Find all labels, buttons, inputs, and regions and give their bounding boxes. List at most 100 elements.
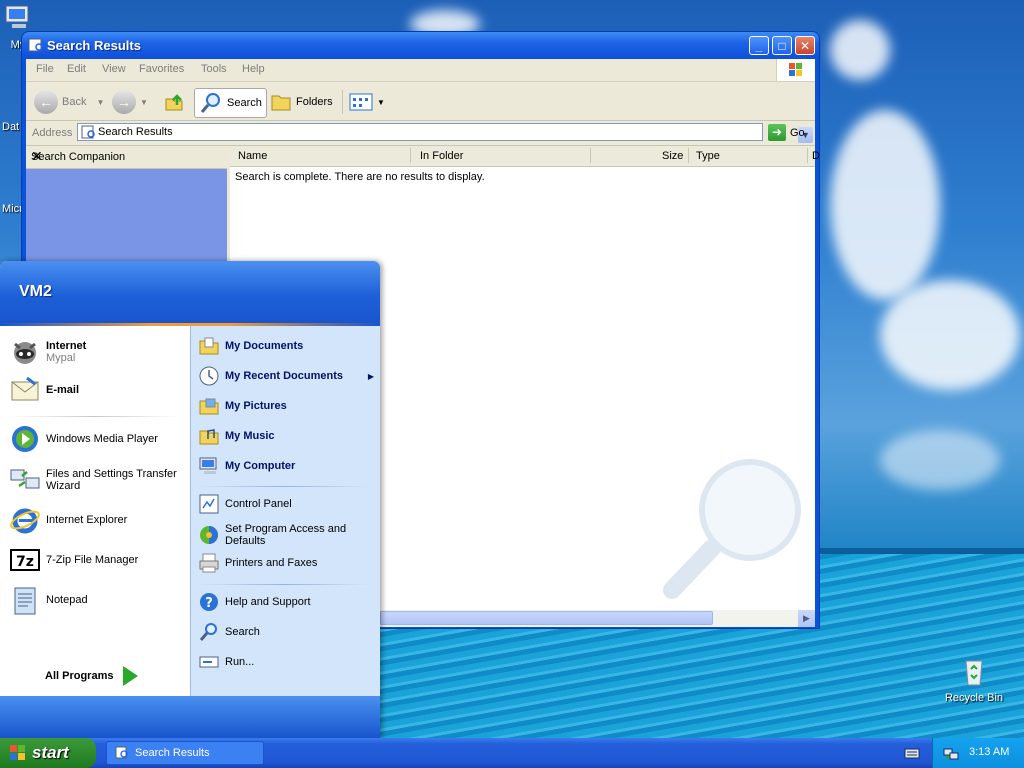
- transfer-wizard-icon: [10, 469, 40, 489]
- close-button[interactable]: ✕: [795, 36, 815, 55]
- menu-view[interactable]: View: [102, 63, 126, 75]
- chevron-down-icon: ▼: [377, 97, 385, 107]
- recent-item-files-settings-wizard[interactable]: Files and Settings Transfer Wizard: [9, 464, 181, 496]
- start-run[interactable]: Run...: [198, 651, 254, 673]
- place-label: My Computer: [225, 460, 296, 472]
- pinned-label: Internet: [46, 340, 87, 352]
- scrollbar-thumb[interactable]: [380, 611, 713, 625]
- column-divider[interactable]: [807, 148, 808, 163]
- pinned-label: E-mail: [46, 384, 80, 396]
- recent-item-internet-explorer[interactable]: Internet Explorer: [9, 504, 127, 536]
- back-arrow-icon: ←: [34, 90, 58, 114]
- keyboard-icon[interactable]: [904, 746, 920, 760]
- menu-help[interactable]: Help: [242, 63, 265, 75]
- search-results-icon: [28, 38, 43, 52]
- menu-edit[interactable]: Edit: [67, 63, 86, 75]
- search-results-icon: [115, 746, 128, 759]
- all-programs-button[interactable]: All Programs: [45, 666, 139, 686]
- system-tray: 3:13 AM: [932, 738, 1024, 768]
- menu-favorites[interactable]: Favorites: [139, 63, 184, 75]
- setting-control-panel[interactable]: Control Panel: [198, 493, 292, 515]
- address-value: Search Results: [98, 126, 173, 138]
- chevron-down-icon[interactable]: ▼: [140, 98, 148, 107]
- recent-item-windows-media-player[interactable]: Windows Media Player: [9, 423, 158, 455]
- folder-documents-icon: [199, 337, 219, 355]
- empty-results-message: Search is complete. There are no results…: [235, 171, 485, 183]
- place-my-documents[interactable]: My Documents: [198, 335, 303, 357]
- program-access-icon: [200, 526, 218, 544]
- desktop-icon-recycle-bin[interactable]: Recycle Bin: [944, 655, 1004, 704]
- window-titlebar[interactable]: Search Results _ □ ✕: [22, 32, 819, 59]
- svg-text:7z: 7z: [16, 554, 34, 570]
- column-divider[interactable]: [410, 148, 411, 163]
- place-label: My Documents: [225, 340, 304, 352]
- column-in-folder[interactable]: In Folder: [420, 150, 463, 162]
- toolbar-separator: [342, 90, 343, 114]
- folders-button[interactable]: Folders: [270, 88, 333, 116]
- desktop-icon-data[interactable]: Dat: [2, 121, 19, 133]
- go-label: Go: [790, 126, 805, 139]
- standard-toolbar: ← Back ▼ → ▼ Search Folders ▼: [26, 82, 815, 121]
- printer-icon: [199, 553, 219, 573]
- place-my-pictures[interactable]: My Pictures: [198, 395, 287, 417]
- column-divider[interactable]: [590, 148, 591, 163]
- place-label: My Recent Documents: [225, 370, 343, 382]
- network-icon[interactable]: [943, 745, 959, 761]
- pinned-item-email[interactable]: E-mail: [9, 374, 79, 406]
- back-button[interactable]: ← Back ▼: [34, 88, 104, 116]
- folder-music-icon: [199, 429, 219, 445]
- column-divider[interactable]: [688, 148, 689, 163]
- pinned-sublabel: Mypal: [46, 352, 76, 364]
- clock[interactable]: 3:13 AM: [969, 746, 1009, 758]
- recent-item-notepad[interactable]: Notepad: [9, 584, 88, 616]
- address-input[interactable]: Search Results ▼: [77, 123, 813, 143]
- menu-file[interactable]: File: [36, 63, 54, 75]
- folder-pictures-icon: [199, 398, 219, 415]
- desktop-icon-label: Micr: [2, 203, 23, 215]
- column-date[interactable]: D: [812, 150, 820, 162]
- scroll-right-arrow-icon[interactable]: ▶: [798, 610, 815, 627]
- up-button[interactable]: [163, 88, 185, 116]
- arrow-right-icon: [123, 666, 139, 686]
- place-my-music[interactable]: My Music: [198, 425, 275, 447]
- search-button[interactable]: Search: [194, 88, 267, 118]
- start-menu: VM2 Internet Mypal E-mail Windows Media P…: [0, 261, 380, 738]
- setting-label: Control Panel: [225, 498, 292, 510]
- setting-printers-faxes[interactable]: Printers and Faxes: [198, 552, 317, 574]
- start-button[interactable]: start: [0, 738, 96, 768]
- column-name[interactable]: Name: [238, 150, 267, 162]
- taskbar-item-search-results[interactable]: Search Results: [106, 741, 264, 765]
- column-type[interactable]: Type: [696, 150, 720, 162]
- close-icon[interactable]: ✕: [31, 148, 221, 165]
- menu-tools[interactable]: Tools: [201, 63, 227, 75]
- recent-item-7zip[interactable]: 7z 7-Zip File Manager: [9, 544, 138, 576]
- pinned-item-internet[interactable]: Internet Mypal: [9, 336, 86, 368]
- setting-program-access[interactable]: Set Program Access and Defaults: [198, 523, 376, 547]
- user-name: VM2: [19, 283, 52, 300]
- recent-label: Internet Explorer: [46, 514, 128, 526]
- internet-explorer-icon: [10, 508, 40, 534]
- place-label: My Music: [225, 430, 275, 442]
- desktop-icon-microsoft[interactable]: Micr: [2, 203, 23, 215]
- menu-bar: File Edit View Favorites Tools Help: [26, 59, 815, 82]
- recent-label: 7-Zip File Manager: [46, 554, 139, 566]
- setting-label: Printers and Faxes: [225, 557, 318, 569]
- help-and-support[interactable]: ? Help and Support: [198, 591, 311, 613]
- minimize-button[interactable]: _: [749, 36, 769, 55]
- chevron-down-icon[interactable]: ▼: [96, 98, 104, 107]
- place-my-recent-documents[interactable]: My Recent Documents ▶: [198, 365, 374, 387]
- forward-button[interactable]: → ▼: [112, 88, 148, 116]
- help-icon: ?: [200, 593, 218, 611]
- all-programs-label: All Programs: [45, 670, 114, 682]
- views-button[interactable]: ▼: [349, 88, 385, 116]
- windows-logo-icon: [776, 59, 815, 81]
- views-icon: [349, 93, 373, 111]
- column-size[interactable]: Size: [662, 150, 683, 162]
- start-search[interactable]: Search: [198, 621, 260, 643]
- maximize-button[interactable]: □: [772, 36, 792, 55]
- go-button[interactable]: ➜ Go: [768, 124, 805, 141]
- computer-icon: [5, 5, 29, 28]
- place-my-computer[interactable]: My Computer: [198, 455, 295, 477]
- computer-icon: [199, 457, 217, 474]
- help-label: Search: [225, 626, 260, 638]
